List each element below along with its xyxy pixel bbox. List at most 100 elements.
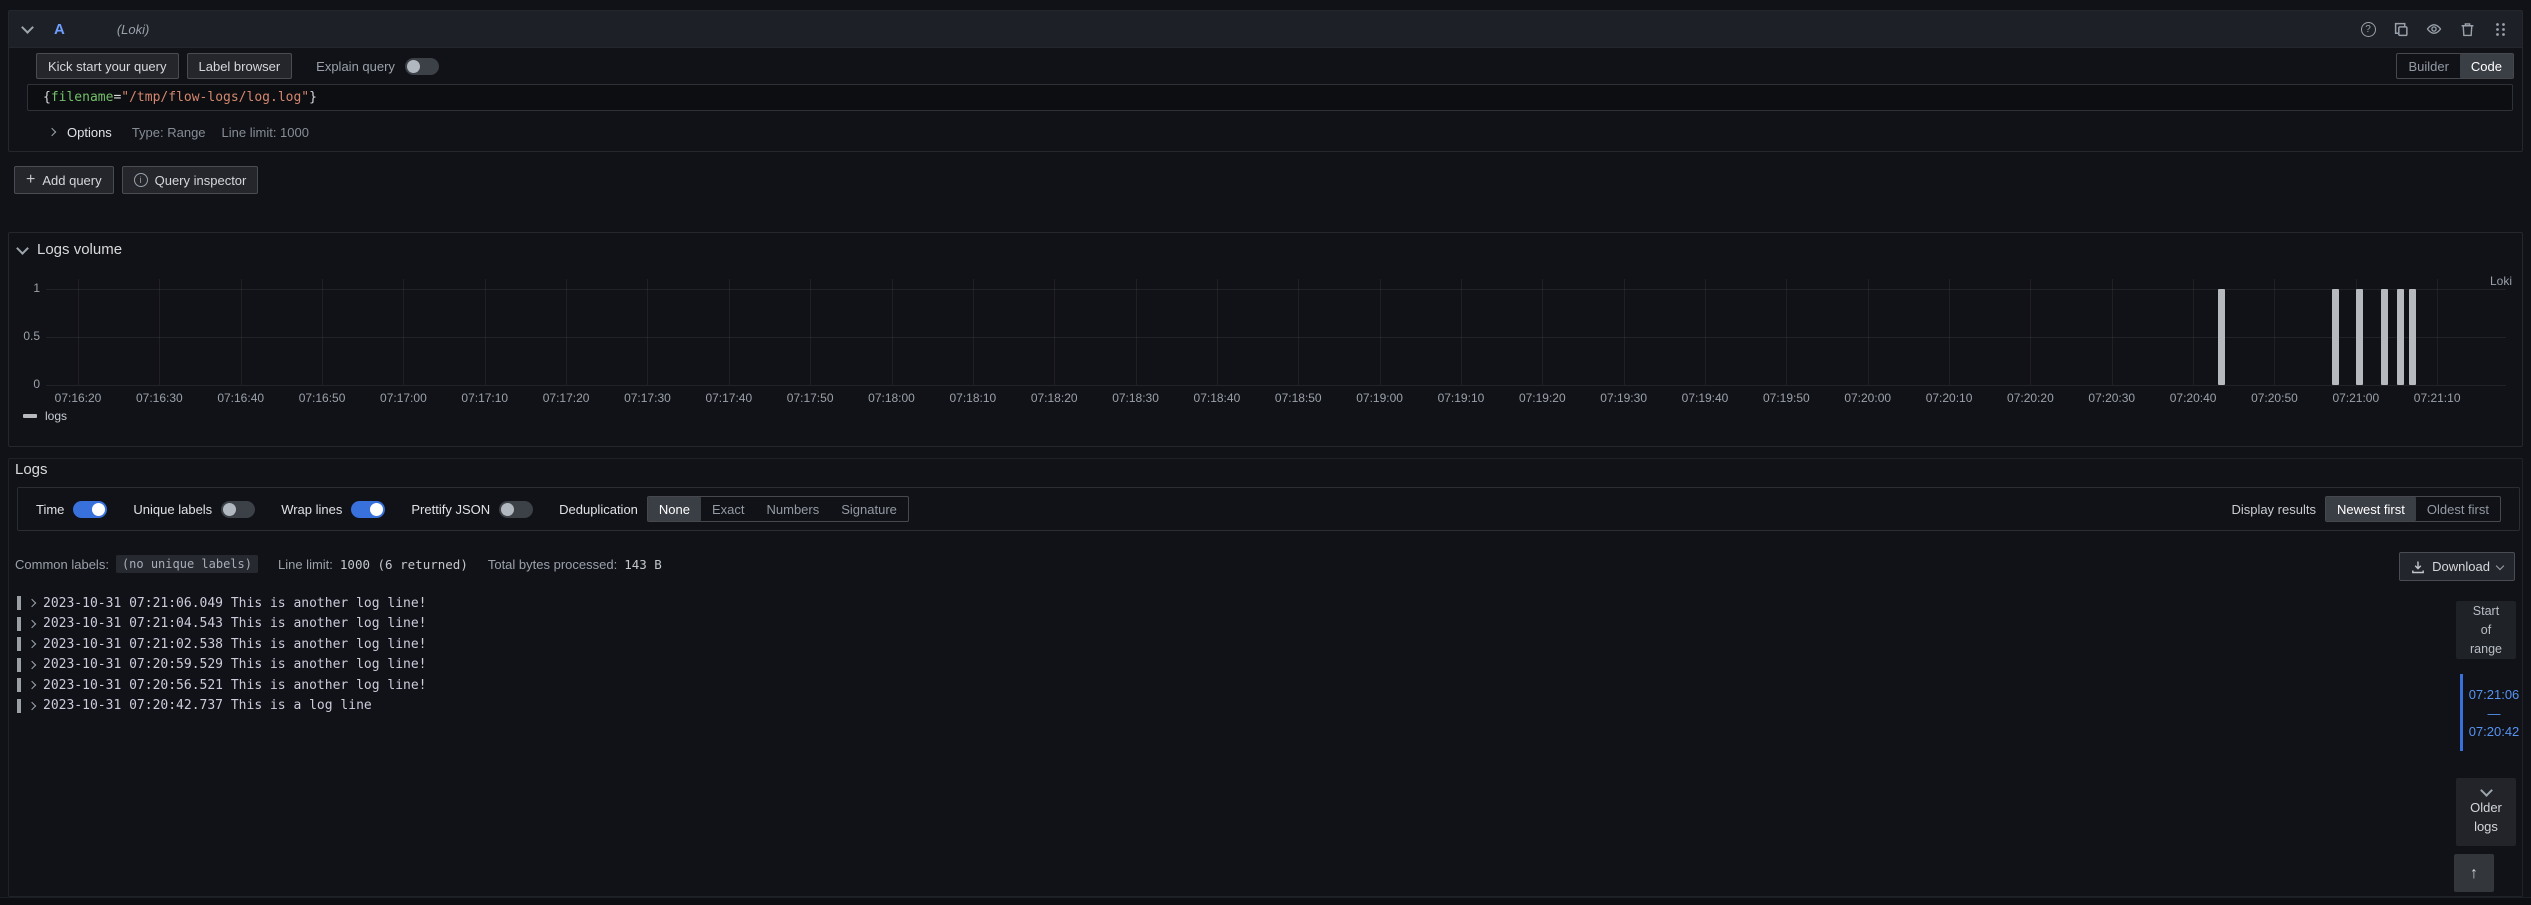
x-tick-label: 07:20:20 — [1995, 391, 2065, 405]
collapse-query-chevron-icon[interactable] — [21, 21, 34, 34]
dedup-option-numbers[interactable]: Numbers — [756, 497, 831, 521]
log-row[interactable]: 2023-10-31 07:20:59.529 This is another … — [11, 655, 2432, 676]
bytes-processed-value: 143 B — [624, 557, 662, 572]
log-timestamp: 2023-10-31 07:21:02.538 — [43, 637, 231, 652]
copy-query-icon[interactable] — [2393, 21, 2409, 37]
query-options-row[interactable]: Options Type: Range Line limit: 1000 — [49, 119, 309, 145]
x-tick-label: 07:20:40 — [2158, 391, 2228, 405]
volume-bar[interactable] — [2409, 289, 2416, 385]
add-query-label: Add query — [42, 173, 101, 188]
volume-bar[interactable] — [2381, 289, 2388, 385]
unique-labels-toggle[interactable] — [221, 501, 255, 518]
editor-mode-group: Builder Code — [2396, 53, 2514, 79]
y-tick-label: 0.5 — [9, 329, 40, 343]
time-control: Time — [36, 501, 107, 518]
log-line-text: 2023-10-31 07:21:02.538 This is another … — [43, 637, 427, 652]
log-expand-chevron-icon[interactable] — [28, 702, 36, 710]
x-gridline — [892, 279, 893, 385]
volume-bar[interactable] — [2397, 289, 2404, 385]
options-expand-chevron-icon[interactable] — [48, 128, 56, 136]
toggle-knob — [407, 60, 420, 73]
unique-labels-control: Unique labels — [133, 501, 255, 518]
log-line-text: 2023-10-31 07:21:04.543 This is another … — [43, 616, 427, 631]
start-of-range-button[interactable]: Start of range — [2456, 601, 2516, 659]
prettify-json-toggle[interactable] — [499, 501, 533, 518]
wrap-lines-toggle[interactable] — [351, 501, 385, 518]
download-button[interactable]: Download — [2399, 552, 2515, 581]
label-browser-button[interactable]: Label browser — [187, 53, 293, 79]
download-label: Download — [2432, 559, 2490, 574]
range-newest-time[interactable]: 07:21:06 — [2459, 687, 2529, 702]
query-row-header: A (Loki) ? — [9, 11, 2522, 48]
log-expand-chevron-icon[interactable] — [28, 640, 36, 648]
log-level-stripe — [17, 658, 21, 672]
dedup-option-none[interactable]: None — [648, 497, 701, 521]
x-gridline — [1298, 279, 1299, 385]
remove-query-trash-icon[interactable] — [2459, 21, 2475, 37]
x-tick-label: 07:18:40 — [1182, 391, 1252, 405]
log-row[interactable]: 2023-10-31 07:21:02.538 This is another … — [11, 634, 2432, 655]
bottom-divider — [0, 897, 2531, 905]
builder-mode-option[interactable]: Builder — [2397, 54, 2459, 78]
x-gridline — [1705, 279, 1706, 385]
prettify-json-label: Prettify JSON — [411, 502, 490, 517]
x-tick-label: 07:19:10 — [1426, 391, 1496, 405]
kick-start-query-button[interactable]: Kick start your query — [36, 53, 179, 79]
query-ref-id[interactable]: A — [54, 21, 65, 38]
wrap-lines-control: Wrap lines — [281, 501, 385, 518]
scroll-to-top-button[interactable]: ↑ — [2454, 854, 2494, 892]
query-inspector-button[interactable]: i Query inspector — [122, 166, 259, 194]
help-icon[interactable]: ? — [2360, 21, 2376, 37]
query-code-input[interactable]: {filename="/tmp/flow-logs/log.log"} — [27, 84, 2513, 111]
log-expand-chevron-icon[interactable] — [28, 620, 36, 628]
volume-bar[interactable] — [2332, 289, 2339, 385]
query-header-icons: ? — [2360, 21, 2508, 37]
x-gridline — [1949, 279, 1950, 385]
hide-response-eye-icon[interactable] — [2426, 21, 2442, 37]
x-gridline — [1217, 279, 1218, 385]
log-expand-chevron-icon[interactable] — [28, 661, 36, 669]
x-gridline — [2193, 279, 2194, 385]
toggle-knob — [501, 503, 514, 516]
range-oldest-time[interactable]: 07:20:42 — [2459, 724, 2529, 739]
log-expand-chevron-icon[interactable] — [28, 681, 36, 689]
display-option-oldest[interactable]: Oldest first — [2416, 497, 2500, 521]
x-tick-label: 07:18:00 — [857, 391, 927, 405]
log-line-text: 2023-10-31 07:20:42.737 This is a log li… — [43, 698, 372, 713]
x-gridline — [1461, 279, 1462, 385]
x-gridline — [2274, 279, 2275, 385]
log-expand-chevron-icon[interactable] — [28, 599, 36, 607]
add-query-button[interactable]: + Add query — [14, 166, 114, 194]
drag-handle-icon[interactable] — [2492, 21, 2508, 37]
explain-query-toggle[interactable] — [405, 58, 439, 75]
prettify-json-control: Prettify JSON — [411, 501, 533, 518]
download-caret-icon — [2496, 561, 2504, 569]
x-tick-label: 07:20:30 — [2077, 391, 2147, 405]
volume-legend[interactable]: logs — [23, 409, 67, 423]
legend-color-swatch — [23, 414, 37, 418]
log-message: This is another log line! — [231, 657, 427, 672]
log-row[interactable]: 2023-10-31 07:20:56.521 This is another … — [11, 675, 2432, 696]
volume-bar[interactable] — [2356, 289, 2363, 385]
log-line-text: 2023-10-31 07:20:59.529 This is another … — [43, 657, 427, 672]
dedup-option-signature[interactable]: Signature — [830, 497, 908, 521]
line-limit-label: Line limit: — [278, 557, 333, 572]
y-gridline — [46, 289, 2506, 290]
toggle-knob — [223, 503, 236, 516]
display-option-newest[interactable]: Newest first — [2326, 497, 2416, 521]
log-message: This is another log line! — [231, 596, 427, 611]
dedup-option-exact[interactable]: Exact — [701, 497, 756, 521]
time-toggle[interactable] — [73, 501, 107, 518]
log-row[interactable]: 2023-10-31 07:20:42.737 This is a log li… — [11, 696, 2432, 717]
x-gridline — [1868, 279, 1869, 385]
x-gridline — [159, 279, 160, 385]
x-tick-label: 07:17:10 — [450, 391, 520, 405]
older-logs-button[interactable]: Older logs — [2456, 778, 2516, 846]
log-row[interactable]: 2023-10-31 07:21:04.543 This is another … — [11, 614, 2432, 635]
code-mode-option[interactable]: Code — [2460, 54, 2513, 78]
volume-bar[interactable] — [2218, 289, 2225, 385]
x-tick-label: 07:19:50 — [1751, 391, 1821, 405]
log-message: This is another log line! — [231, 678, 427, 693]
log-row[interactable]: 2023-10-31 07:21:06.049 This is another … — [11, 593, 2432, 614]
wrap-lines-label: Wrap lines — [281, 502, 342, 517]
